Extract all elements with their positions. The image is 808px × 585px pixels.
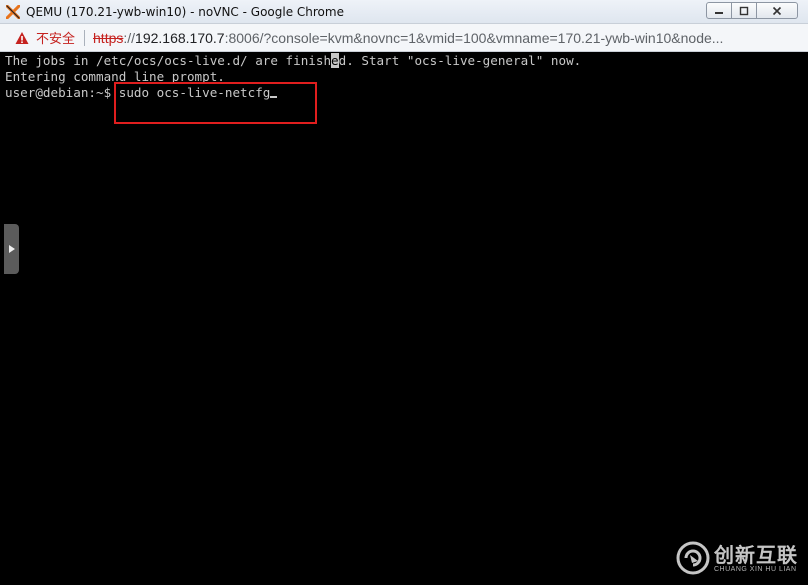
- minimize-button[interactable]: [706, 2, 732, 19]
- watermark: 创新互联 CHUANG XIN HU LIAN: [676, 541, 798, 575]
- watermark-name-en: CHUANG XIN HU LIAN: [714, 565, 797, 573]
- url-path: :8006/?console=kvm&novnc=1&vmid=100&vmna…: [224, 29, 724, 46]
- console-text: The jobs in /etc/ocs/ocs-live.d/ are fin…: [5, 53, 332, 68]
- close-icon: [772, 6, 782, 15]
- text-cursor-block: e: [331, 53, 339, 68]
- maximize-button[interactable]: [731, 2, 757, 19]
- console-line: The jobs in /etc/ocs/ocs-live.d/ are fin…: [5, 53, 581, 69]
- console-text: d. Start "ocs-live-general" now.: [338, 53, 582, 68]
- restore-icon: [739, 6, 749, 15]
- url-text[interactable]: https://192.168.170.7:8006/?console=kvm&…: [93, 30, 723, 46]
- browser-window: QEMU (170.21-ywb-win10) - noVNC - Google…: [0, 0, 808, 585]
- qemu-logo-icon: [5, 4, 21, 20]
- shell-prompt: user@debian:~$: [5, 85, 119, 100]
- watermark-text: 创新互联 CHUANG XIN HU LIAN: [714, 544, 798, 573]
- expand-arrow-icon: [8, 245, 15, 253]
- window-controls: [706, 2, 798, 19]
- url-separator: ://: [123, 29, 136, 46]
- address-divider: [84, 29, 86, 46]
- watermark-logo-icon: [676, 541, 710, 575]
- address-bar[interactable]: 不安全 https://192.168.170.7:8006/?console=…: [0, 24, 808, 52]
- warning-triangle-icon[interactable]: [15, 31, 29, 45]
- security-label[interactable]: 不安全: [36, 28, 75, 47]
- command-highlight-box: [114, 82, 317, 124]
- novnc-control-handle[interactable]: [4, 224, 19, 274]
- url-host: 192.168.170.7: [135, 29, 225, 46]
- watermark-name-cn: 创新互联: [714, 542, 798, 567]
- vnc-console-screen[interactable]: The jobs in /etc/ocs/ocs-live.d/ are fin…: [0, 52, 808, 585]
- title-bar[interactable]: QEMU (170.21-ywb-win10) - noVNC - Google…: [0, 0, 808, 24]
- url-scheme: https: [93, 29, 124, 46]
- minimize-icon: [715, 11, 723, 14]
- window-title: QEMU (170.21-ywb-win10) - noVNC - Google…: [26, 4, 344, 19]
- close-button[interactable]: [756, 2, 798, 19]
